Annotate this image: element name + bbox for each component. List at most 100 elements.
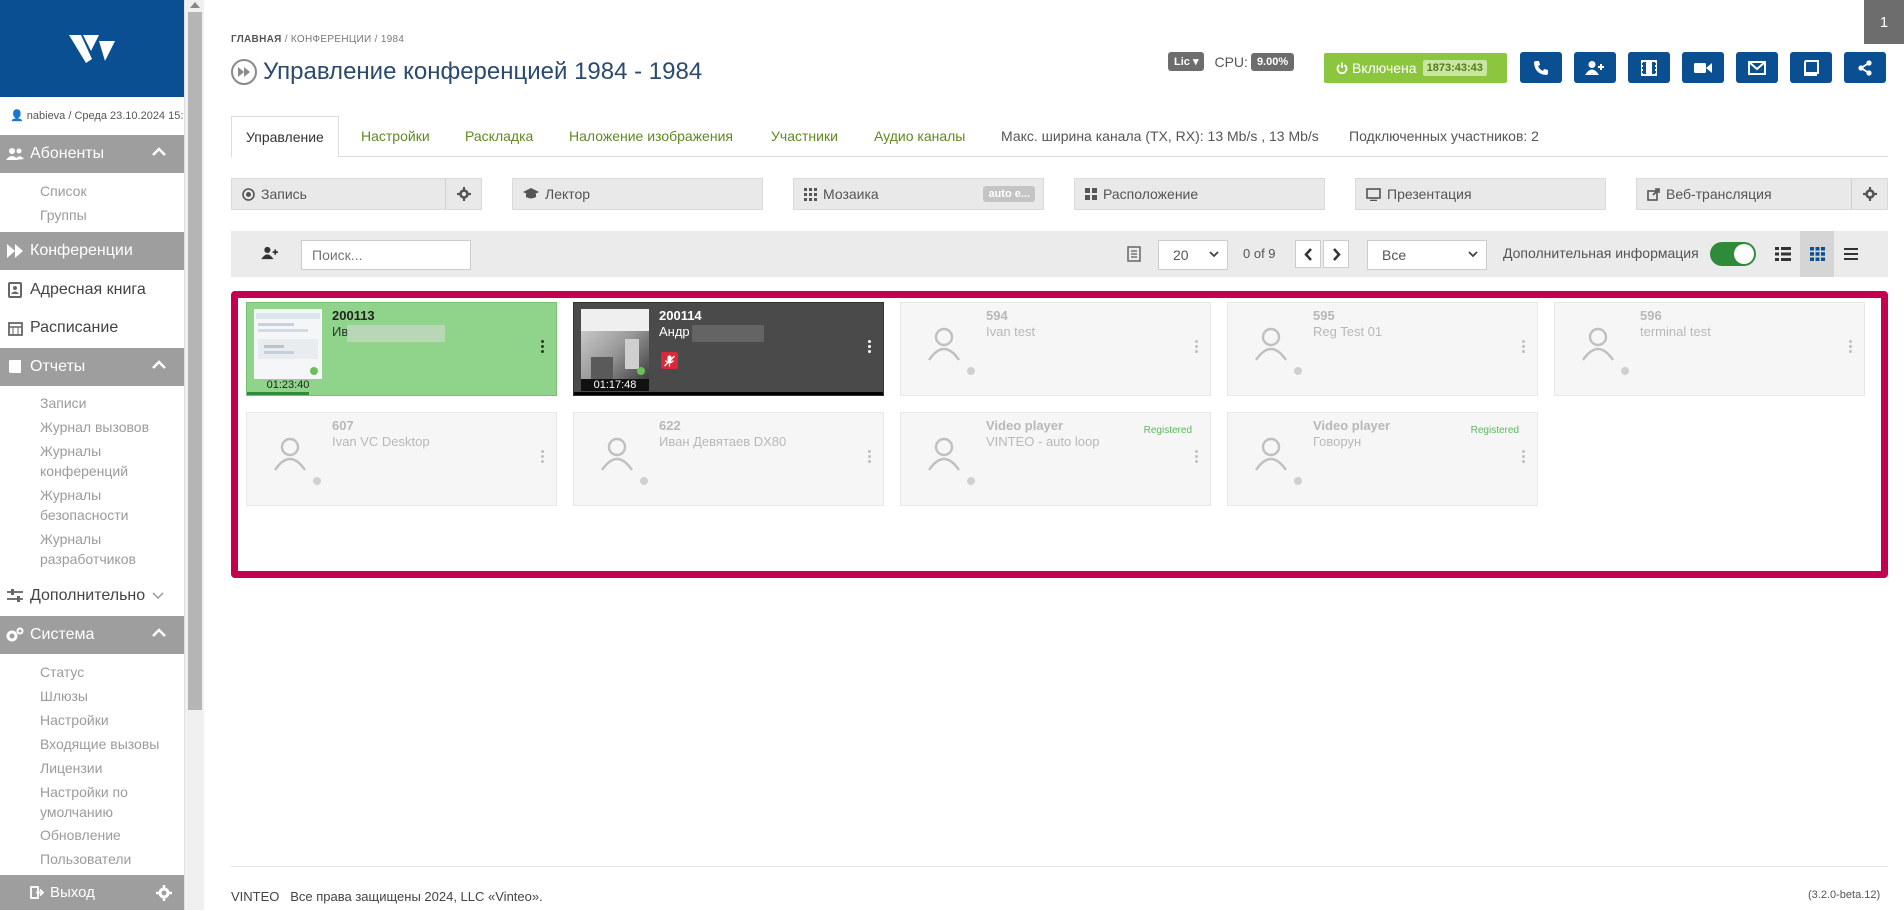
add-participant-button[interactable]	[1574, 52, 1616, 83]
more-options-icon[interactable]	[868, 450, 871, 463]
more-options-icon[interactable]	[541, 340, 544, 353]
participant-card[interactable]: 594 Ivan test	[900, 302, 1211, 396]
more-options-icon[interactable]	[868, 340, 871, 353]
sidebar-item-groups[interactable]: Группы	[40, 205, 180, 225]
webcast-settings-button[interactable]	[1851, 179, 1887, 209]
th-list-icon	[1775, 247, 1791, 261]
sidebar-scrollbar[interactable]	[184, 0, 204, 910]
footer-copyright: VINTEO Все права защищены 2024, LLC «Vin…	[231, 889, 543, 904]
sidebar-section-schedule[interactable]: Расписание	[0, 309, 184, 347]
license-dropdown[interactable]: Lic ▾	[1168, 52, 1205, 71]
more-options-icon[interactable]	[1195, 340, 1198, 353]
offline-indicator	[1621, 367, 1629, 375]
logout-button[interactable]: Выход	[30, 884, 95, 901]
sidebar-item-security-logs[interactable]: Журналы безопасности	[40, 485, 140, 525]
conference-status-button[interactable]: Включена 1873:43:43	[1324, 53, 1507, 83]
film-button[interactable]	[1628, 52, 1670, 83]
participant-card[interactable]: Video player VINTEO - auto loop Register…	[900, 412, 1211, 506]
participant-card[interactable]: 01:23:40 200113 Ив	[246, 302, 557, 396]
tab-participants[interactable]: Участники	[771, 116, 838, 157]
sidebar-item-users[interactable]: Пользователи	[40, 849, 180, 869]
sidebar-item-conference-logs[interactable]: Журналы конференций	[40, 441, 140, 481]
lecturer-button[interactable]: Лектор	[512, 178, 763, 210]
presentation-button[interactable]: Презентация	[1355, 178, 1606, 210]
gear-icon[interactable]	[156, 885, 172, 901]
sidebar-label-system: Система	[30, 626, 95, 643]
email-button[interactable]	[1736, 52, 1778, 83]
sidebar-item-default-settings[interactable]: Настройки по умолчанию	[40, 782, 140, 822]
scrollbar-thumb[interactable]	[188, 12, 202, 710]
book-icon	[1803, 59, 1819, 76]
online-indicator	[310, 367, 318, 375]
view-list-button[interactable]	[1766, 231, 1800, 277]
next-page-button[interactable]	[1323, 240, 1349, 268]
more-options-icon[interactable]	[1522, 450, 1525, 463]
participant-card[interactable]: 01:17:48 200114 Андр	[573, 302, 884, 396]
tab-audio-channels[interactable]: Аудио каналы	[874, 116, 965, 157]
notification-badge[interactable]: 1	[1864, 0, 1904, 44]
sidebar-item-call-log[interactable]: Журнал вызовов	[40, 417, 180, 437]
call-button[interactable]	[1520, 52, 1562, 83]
tab-image-overlay[interactable]: Наложение изображения	[569, 116, 733, 157]
record-button[interactable]: Запись	[231, 178, 482, 210]
webcast-label: Веб-трансляция	[1666, 186, 1772, 202]
chevron-right-icon	[1332, 247, 1341, 261]
vinteo-logo[interactable]	[0, 0, 184, 97]
sidebar-item-status[interactable]: Статус	[40, 662, 180, 682]
sidebar-section-conferences[interactable]: Конференции	[0, 232, 184, 270]
sidebar-item-licenses[interactable]: Лицензии	[40, 758, 180, 778]
microphone-muted-icon[interactable]	[661, 352, 678, 369]
offline-indicator	[313, 477, 321, 485]
sidebar-section-reports[interactable]: Отчеты	[0, 348, 184, 386]
record-settings-button[interactable]	[445, 179, 481, 209]
sidebar-section-address-book[interactable]: Адресная книга	[0, 271, 184, 309]
mosaic-button[interactable]: Мозаика auto e...	[793, 178, 1044, 210]
scroll-up-arrow[interactable]	[190, 2, 200, 8]
prev-page-button[interactable]	[1295, 240, 1321, 268]
tab-layout[interactable]: Раскладка	[465, 116, 533, 157]
sidebar-item-developer-logs[interactable]: Журналы разработчиков	[40, 529, 150, 569]
cogs-icon	[0, 627, 30, 643]
participant-card[interactable]: 607 Ivan VC Desktop	[246, 412, 557, 506]
sidebar-label-conferences: Конференции	[30, 242, 133, 259]
add-participant-icon[interactable]	[261, 246, 279, 264]
user-avatar-icon	[928, 437, 960, 471]
sidebar-item-gateways[interactable]: Шлюзы	[40, 686, 180, 706]
sidebar-item-incoming-calls[interactable]: Входящие вызовы	[40, 734, 180, 754]
webcast-button[interactable]: Веб-трансляция	[1636, 178, 1888, 210]
envelope-icon	[1748, 60, 1766, 75]
sidebar-section-subscribers[interactable]: Абоненты	[0, 135, 184, 173]
book-button[interactable]	[1790, 52, 1832, 83]
sidebar-item-update[interactable]: Обновление	[40, 825, 180, 845]
more-options-icon[interactable]	[1849, 340, 1852, 353]
participant-card[interactable]: Video player Говорун Registered	[1227, 412, 1538, 506]
more-options-icon[interactable]	[541, 450, 544, 463]
sidebar-section-system[interactable]: Система	[0, 616, 184, 654]
position-button[interactable]: Расположение	[1074, 178, 1325, 210]
view-compact-button[interactable]	[1834, 231, 1868, 277]
participant-card[interactable]: 595 Reg Test 01	[1227, 302, 1538, 396]
sidebar-item-recordings[interactable]: Записи	[40, 393, 180, 413]
sidebar-item-list[interactable]: Список	[40, 181, 180, 201]
share-button[interactable]	[1844, 52, 1886, 83]
list-alt-icon[interactable]	[1127, 246, 1141, 266]
per-page-select[interactable]: 20	[1158, 240, 1228, 270]
more-options-icon[interactable]	[1195, 450, 1198, 463]
participant-card[interactable]: 622 Иван Девятаев DX80	[573, 412, 884, 506]
sidebar-label-schedule: Расписание	[30, 319, 119, 336]
tab-control[interactable]: Управление	[231, 116, 339, 158]
more-options-icon[interactable]	[1522, 340, 1525, 353]
video-button[interactable]	[1682, 52, 1724, 83]
sidebar-section-additional[interactable]: Дополнительно	[0, 577, 184, 615]
breadcrumb-home[interactable]: ГЛАВНАЯ	[231, 34, 282, 45]
video-camera-icon	[1694, 62, 1712, 73]
chevron-down-icon	[152, 592, 164, 600]
tab-settings[interactable]: Настройки	[361, 116, 430, 157]
breadcrumb-conferences[interactable]: КОНФЕРЕНЦИИ	[291, 34, 372, 45]
search-input[interactable]	[301, 240, 471, 270]
extra-info-toggle[interactable]	[1710, 242, 1756, 266]
sidebar-item-settings[interactable]: Настройки	[40, 710, 180, 730]
filter-select[interactable]: Все	[1367, 240, 1487, 270]
view-grid-button[interactable]	[1800, 231, 1834, 277]
participant-card[interactable]: 596 terminal test	[1554, 302, 1865, 396]
